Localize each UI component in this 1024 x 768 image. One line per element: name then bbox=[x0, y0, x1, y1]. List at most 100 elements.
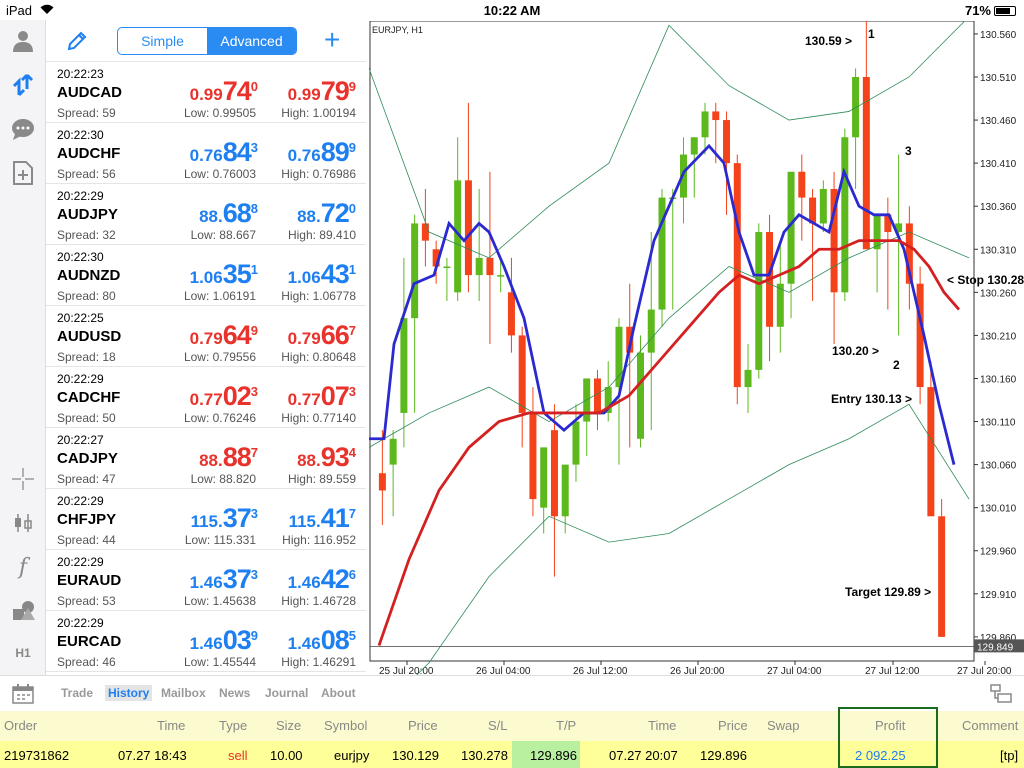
candle-body bbox=[421, 223, 429, 241]
quote-low: Low: 1.45544 bbox=[183, 655, 256, 669]
quote-symbol: CADJPY bbox=[57, 450, 118, 467]
edit-pencil-icon[interactable] bbox=[66, 30, 88, 57]
cell-close-price: 129.896 bbox=[700, 748, 747, 763]
quote-row-cadjpy[interactable]: 20:22:27 CADJPY Spread: 47 Low: 88.820 High:… bbox=[46, 428, 366, 489]
account-icon[interactable] bbox=[10, 28, 36, 54]
quote-spread: Spread: 59 bbox=[57, 106, 116, 120]
quote-symbol: AUDUSD bbox=[57, 328, 122, 345]
quotes-arrows-icon[interactable] bbox=[10, 72, 36, 98]
quote-high: High: 0.76986 bbox=[281, 167, 356, 181]
candle-body bbox=[389, 438, 397, 465]
candle-body bbox=[647, 309, 655, 353]
tab-journal[interactable]: Journal bbox=[265, 686, 308, 700]
battery-indicator: 71% bbox=[965, 3, 1016, 18]
timeframe-h1-icon[interactable]: H1 bbox=[10, 640, 36, 666]
tab-trade[interactable]: Trade bbox=[61, 686, 93, 700]
advanced-mode-button[interactable]: Advanced bbox=[207, 28, 296, 54]
objects-icon[interactable] bbox=[10, 598, 36, 624]
quote-row-audchf[interactable]: 20:22:30 AUDCHF Spread: 56 Low: 0.76003 High… bbox=[46, 123, 366, 184]
indicators-icon[interactable]: f bbox=[10, 554, 36, 580]
quote-row-chfjpy[interactable]: 20:22:29 CHFJPY Spread: 44 Low: 115.331 High… bbox=[46, 489, 366, 550]
tab-history[interactable]: History bbox=[105, 685, 153, 701]
ask-price: 1.06431 bbox=[287, 259, 356, 289]
col-order: Order bbox=[4, 718, 38, 733]
bid-price: 88.688 bbox=[199, 198, 258, 228]
y-tick-label: 130.410 bbox=[980, 159, 1017, 170]
status-bar: iPad 10:22 AM 71% bbox=[0, 0, 1024, 20]
candle-body bbox=[486, 257, 494, 276]
candle-body bbox=[593, 378, 601, 413]
cell-size: 10.00 bbox=[270, 748, 303, 763]
cell-symbol: eurjpy bbox=[334, 748, 370, 763]
bid-price: 0.76843 bbox=[189, 137, 258, 167]
candle-body bbox=[636, 352, 644, 439]
quote-row-audcad[interactable]: 20:22:23 AUDCAD Spread: 59 Low: 0.99505 High… bbox=[46, 62, 366, 123]
quote-high: High: 89.559 bbox=[287, 472, 356, 486]
cell-time: 07.27 18:43 bbox=[118, 748, 187, 763]
candle-body bbox=[776, 283, 784, 327]
candle-body bbox=[852, 76, 860, 138]
cell-sl: 130.278 bbox=[461, 748, 508, 763]
market-watch-header: Simple Advanced + bbox=[46, 20, 366, 62]
candle-body bbox=[411, 223, 419, 319]
quote-low: Low: 0.76003 bbox=[183, 167, 256, 181]
simple-mode-button[interactable]: Simple bbox=[118, 28, 207, 54]
left-toolbar: f H1 bbox=[0, 20, 46, 675]
quote-row-eurcad[interactable]: 20:22:29 EURCAD Spread: 46 Low: 1.45544 High… bbox=[46, 611, 366, 672]
candle-body bbox=[518, 335, 526, 413]
col-symbol: Symbol bbox=[324, 718, 368, 733]
y-tick-label: 130.210 bbox=[980, 331, 1017, 342]
candle-body bbox=[690, 137, 698, 155]
tab-news[interactable]: News bbox=[219, 686, 250, 700]
ask-price: 1.46085 bbox=[287, 625, 356, 655]
quote-low: Low: 1.45638 bbox=[183, 594, 256, 608]
quote-row-audnzd[interactable]: 20:22:30 AUDNZD Spread: 80 Low: 1.06191 High… bbox=[46, 245, 366, 306]
quote-symbol: AUDCAD bbox=[57, 84, 122, 101]
quote-high: High: 0.77140 bbox=[281, 411, 356, 425]
quote-high: High: 1.06778 bbox=[281, 289, 356, 303]
tab-mailbox[interactable]: Mailbox bbox=[161, 686, 206, 700]
x-tick-label: 25 Jul 20:00 bbox=[379, 666, 434, 675]
quote-row-cadchf[interactable]: 20:22:29 CADCHF Spread: 50 Low: 0.76246 High… bbox=[46, 367, 366, 428]
price-chart[interactable]: 130.560 130.510 130.460 130.410 130.360 130.3… bbox=[369, 21, 1024, 675]
quote-symbol: AUDJPY bbox=[57, 206, 118, 223]
quote-row-audusd[interactable]: 20:22:25 AUDUSD Spread: 18 Low: 0.79556 High… bbox=[46, 306, 366, 367]
y-tick-label: 130.460 bbox=[980, 116, 1017, 127]
add-symbol-button[interactable]: + bbox=[324, 26, 340, 54]
quote-time: 20:22:27 bbox=[57, 433, 104, 447]
quote-row-audjpy[interactable]: 20:22:29 AUDJPY Spread: 32 Low: 88.667 High:… bbox=[46, 184, 366, 245]
x-tick-label: 27 Jul 12:00 bbox=[865, 666, 920, 675]
col-price: Price bbox=[408, 718, 438, 733]
candle-body bbox=[927, 387, 935, 517]
quote-high: High: 0.80648 bbox=[281, 350, 356, 364]
col-close-time: Time bbox=[648, 718, 677, 733]
ask-price: 115.417 bbox=[288, 503, 356, 533]
chart-annotation: < Stop 130.28 bbox=[947, 273, 1024, 287]
calendar-icon[interactable] bbox=[12, 684, 34, 709]
new-document-icon[interactable] bbox=[10, 160, 36, 186]
quote-symbol: CHFJPY bbox=[57, 511, 117, 528]
x-tick-label: 27 Jul 20:00 bbox=[957, 666, 1012, 675]
candle-body bbox=[938, 516, 946, 637]
plot-frame bbox=[369, 21, 975, 662]
quote-time: 20:22:29 bbox=[57, 616, 104, 630]
y-tick-label: 130.310 bbox=[980, 245, 1017, 256]
quote-symbol: CADCHF bbox=[57, 389, 121, 406]
quote-time: 20:22:29 bbox=[57, 555, 104, 569]
bid-price: 1.46039 bbox=[189, 625, 258, 655]
cell-tp: 129.896 bbox=[530, 748, 577, 763]
candle-body bbox=[529, 412, 537, 500]
current-price-label: 129.849 bbox=[977, 642, 1014, 653]
candle-body bbox=[550, 430, 558, 517]
chat-icon[interactable] bbox=[10, 116, 36, 142]
quote-row-euraud[interactable]: 20:22:29 EURAUD Spread: 53 Low: 1.45638 High… bbox=[46, 550, 366, 611]
candlestick-type-icon[interactable] bbox=[10, 510, 36, 536]
layout-toggle-icon[interactable] bbox=[990, 684, 1012, 709]
quote-symbol: EURAUD bbox=[57, 572, 122, 589]
candle-body bbox=[712, 111, 720, 121]
candle-body bbox=[798, 171, 806, 198]
ask-price: 0.77073 bbox=[287, 381, 356, 411]
crosshair-icon[interactable] bbox=[10, 466, 36, 492]
cell-order: 219731862 bbox=[4, 748, 70, 763]
tab-about[interactable]: About bbox=[321, 686, 356, 700]
